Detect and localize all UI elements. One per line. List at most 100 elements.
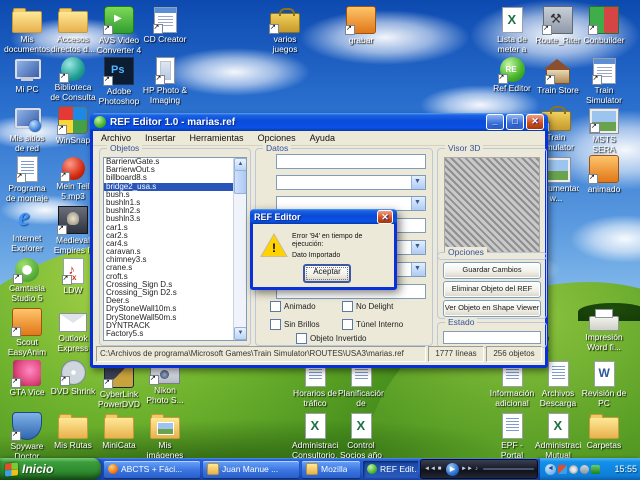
volume-icon[interactable]: ♪ [472,466,481,472]
desktop-icon[interactable]: Route_Riter [535,6,581,46]
start-button[interactable]: Inicio [0,458,101,480]
media-player-deskband[interactable]: ◄◄ ■ ▶ ►► ♪ [420,459,538,479]
desktop-icon[interactable]: GTA Vice [4,360,50,398]
dropdown-arrow-icon[interactable] [411,241,425,254]
windows-update-icon[interactable] [580,465,589,474]
data-input[interactable] [276,154,426,169]
desktop-icon[interactable]: Revisión de PC [581,360,627,408]
xls-icon [548,413,569,439]
taskbar-task[interactable]: REF Editor ... [363,461,418,478]
desktop-icon[interactable]: Camtasia Studio 5 [4,258,50,303]
scrollbar-thumb[interactable] [234,170,247,194]
dropdown-arrow-icon[interactable] [411,197,425,210]
list-scrollbar[interactable]: ▲ ▼ [233,158,246,340]
object-list-item[interactable]: Factory5.s [104,330,246,338]
desktop-icon[interactable]: Internet Explorer [4,206,50,253]
desktop-icon[interactable]: Adobe Photoshop CS3 [96,57,142,107]
desktop-icon[interactable]: MSTS SERA [581,106,627,154]
dropdown-arrow-icon[interactable] [411,176,425,189]
dialog-titlebar[interactable]: REF Editor ✕ [250,209,397,224]
shortcut-arrow-icon [588,174,598,184]
checkbox-box[interactable] [270,319,281,330]
desktop-icon-label: Carpetas [581,441,627,451]
desktop-icon[interactable]: Lista de meter a MSTS [489,6,535,55]
checkbox-box[interactable] [342,301,353,312]
checkbox-box[interactable] [342,319,353,330]
shortcut-arrow-icon [103,76,113,86]
checkbox-túnel-interno[interactable]: Túnel Interno [342,319,403,330]
ps-icon [104,57,134,85]
state-input[interactable] [443,331,541,344]
checkbox-animado[interactable]: Animado [270,301,316,312]
desktop-icon[interactable]: Scout EasyAnim [4,308,50,357]
button-guardar-cambios[interactable]: Guardar Cambios [443,262,541,279]
desktop-icon[interactable]: Impresión Word fi... [581,306,627,352]
desktop-icon[interactable]: Carpetas [581,412,627,451]
next-track-icon[interactable]: ►► [461,466,470,472]
accept-button[interactable]: Aceptar [303,264,351,283]
desktop-icon[interactable]: HP Photo & Imaging [142,57,188,105]
desktop-icon[interactable]: Administración Consultorio... [292,412,338,460]
volume-slider[interactable] [483,468,534,470]
state-group: Estado [437,322,547,348]
viewer-3d-canvas[interactable] [444,157,540,253]
button-eliminar-objeto-del-ref[interactable]: Eliminar Objeto del REF [443,281,541,298]
desktop-icon[interactable]: Train Simulator [581,57,627,105]
minimize-button[interactable]: _ [486,114,504,130]
checkbox-box[interactable] [270,301,281,312]
desktop-icon[interactable]: Mis sitios de red [4,106,50,153]
desktop-icon[interactable]: Ref Editor [489,57,535,94]
dropdown-arrow-icon[interactable] [411,263,425,276]
desktop-icon[interactable]: Control Socios año 2004.xls [338,412,384,461]
checkbox-no-delight[interactable]: No Delight [342,301,393,312]
maximize-button[interactable]: □ [506,114,524,130]
antivirus-icon[interactable] [591,465,600,474]
desktop-icon[interactable]: Mi PC [4,57,50,95]
menu-herramientas[interactable]: Herramientas [183,132,251,144]
desktop-icon[interactable]: CD Creator [142,6,188,45]
taskbar-task[interactable]: Mozilla [302,461,360,478]
taskbar-task[interactable]: Juan Manue ... [203,461,299,478]
desktop-icon[interactable]: varios juegos [262,6,308,54]
desktop-icon[interactable]: Mis documentos [4,6,50,54]
desktop-icon[interactable]: Biblioteca de Consulta 2004 [50,57,96,103]
desktop-icon[interactable]: Programa de montaje [4,155,50,203]
button-ver-objeto-en-shape-viewer[interactable]: Ver Objeto en Shape Viewer [443,300,541,317]
stop-icon[interactable]: ■ [435,466,444,472]
checkbox-sin-brillos[interactable]: Sin Brillos [270,319,320,330]
scroll-down-icon[interactable]: ▼ [234,327,247,340]
checkbox-label: Objeto Invertido [310,334,366,343]
desktop-icon-label: Mis sitios de red [4,134,50,153]
notepad-icon [593,58,616,84]
desktop-icon[interactable]: Accesos directos d... [50,6,96,54]
desktop-icon[interactable]: AVS Video Converter 4 [96,6,142,55]
desktop-icon[interactable]: Spyware Doctor [4,412,50,461]
close-button[interactable]: ✕ [526,114,544,130]
menu-ayuda[interactable]: Ayuda [303,132,342,144]
prev-track-icon[interactable]: ◄◄ [424,466,433,472]
shortcut-arrow-icon [57,125,67,135]
desktop-icon[interactable]: grabar [338,6,384,46]
desktop-icon[interactable]: Mis Rutas [50,412,96,451]
play-button[interactable]: ▶ [446,463,459,476]
desktop-icon[interactable]: Conbuilder [581,6,627,46]
object-listbox[interactable]: ▲ ▼ BarrierwGate.sBarrierwOut.sbillboard… [103,157,247,341]
checkbox-box[interactable] [296,333,307,344]
media-player-tray-icon[interactable] [569,465,578,474]
desktop-icon-label: Información adicional [489,389,535,408]
desktop-icon[interactable]: EPF - Portal Mutual [489,412,535,461]
dialog-close-button[interactable]: ✕ [377,210,393,224]
checkbox-objeto-invertido[interactable]: Objeto Invertido [296,333,366,344]
desktop-icon[interactable]: Train Store [535,57,581,96]
desktop-icon[interactable]: Administración Mutual [535,412,581,460]
desktop-icon[interactable]: animado [581,155,627,195]
menu-insertar[interactable]: Insertar [138,132,183,144]
window-titlebar[interactable]: REF Editor 1.0 - marias.ref _ □ ✕ [90,113,548,131]
data-combobox[interactable] [276,175,426,190]
desktop-icon[interactable]: MiniCata [96,412,142,451]
ref-editor-dialog[interactable]: REF Editor ✕ ! Error '94' en tiempo de e… [250,209,397,290]
msn-messenger-icon[interactable] [558,465,567,474]
tray-collapse-icon[interactable]: ◄ [545,464,556,475]
desktop-icon[interactable]: Mis imágenes [142,412,188,460]
taskbar-task[interactable]: ABCTS + Fáci... [104,461,200,478]
